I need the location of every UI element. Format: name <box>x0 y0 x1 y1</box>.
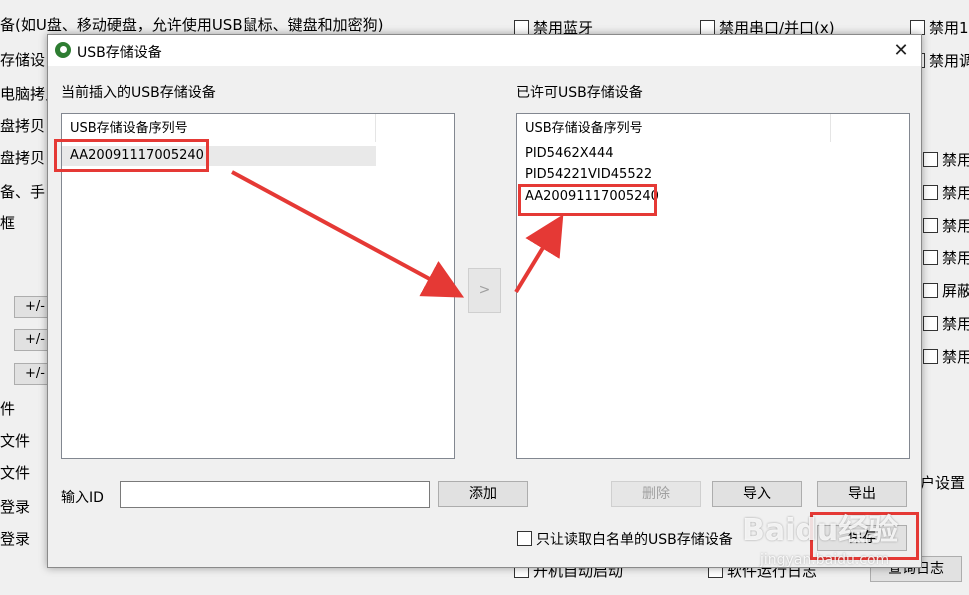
watermark: Baidu经验 <box>742 513 899 548</box>
arrow-icon <box>514 214 564 294</box>
arrow-icon <box>231 170 465 298</box>
watermark-url: jingyan.baidu.com <box>760 552 890 568</box>
